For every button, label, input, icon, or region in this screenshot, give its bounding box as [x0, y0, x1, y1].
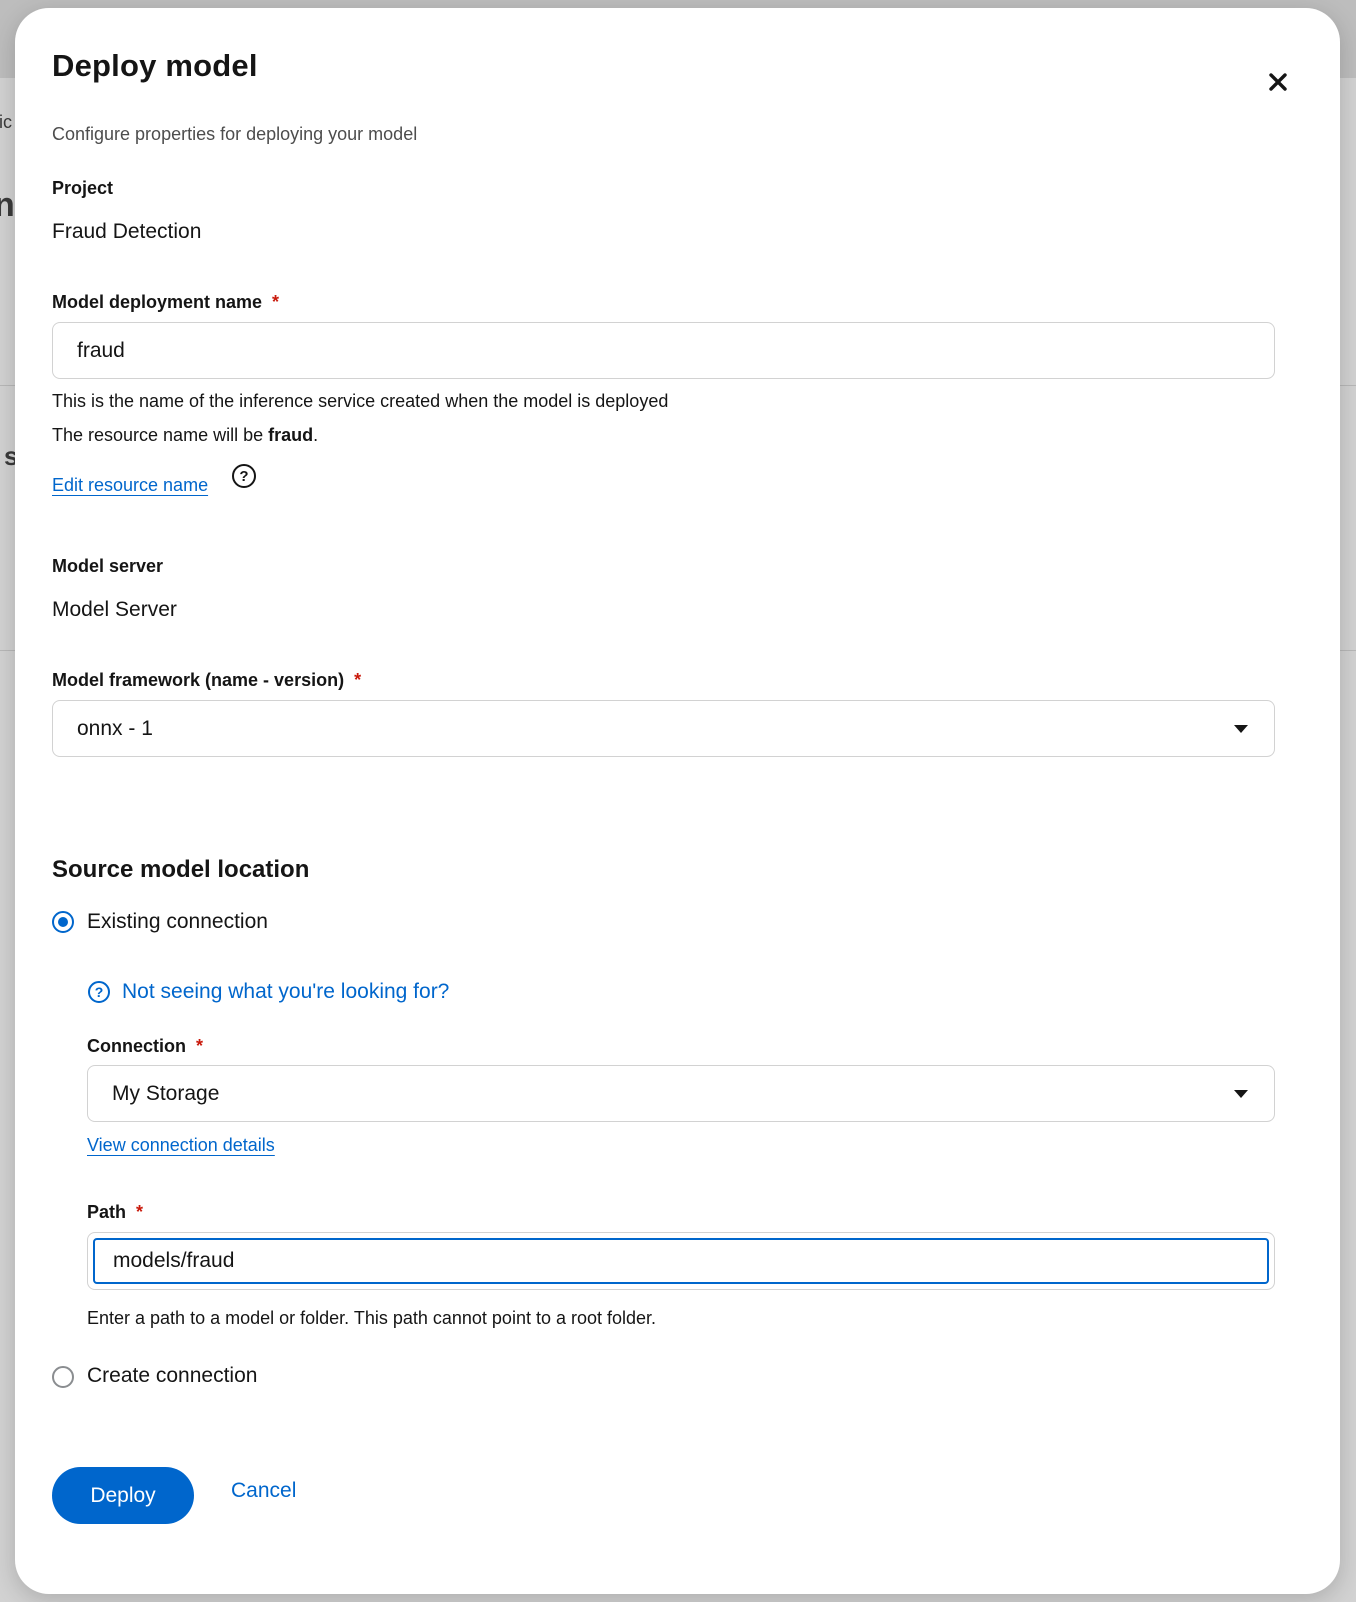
close-icon: [1269, 73, 1287, 91]
resource-name-suffix: .: [313, 425, 319, 445]
deployment-name-input[interactable]: [52, 322, 1275, 379]
modal-description: Configure properties for deploying your …: [52, 124, 418, 144]
framework-label-text: Model framework (name - version): [52, 670, 345, 690]
framework-selected-value: onnx - 1: [77, 716, 153, 740]
create-connection-radio[interactable]: [52, 1366, 74, 1388]
view-connection-details-link[interactable]: View connection details: [87, 1135, 275, 1156]
connection-selected-value: My Storage: [112, 1081, 220, 1105]
not-seeing-link[interactable]: ? Not seeing what you're looking for?: [88, 980, 449, 1004]
project-label: Project: [52, 178, 114, 198]
background-text: tic: [0, 112, 12, 132]
framework-label: Model framework (name - version) *: [52, 670, 361, 691]
help-icon[interactable]: ?: [232, 464, 256, 488]
deploy-model-modal: Deploy model Configure properties for de…: [15, 8, 1340, 1594]
connection-label-text: Connection: [87, 1036, 186, 1056]
caret-down-icon: [1234, 724, 1248, 733]
framework-select[interactable]: onnx - 1: [52, 700, 1275, 757]
path-helper: Enter a path to a model or folder. This …: [87, 1308, 657, 1328]
resource-name-prefix: The resource name will be: [52, 425, 269, 445]
path-field: [87, 1232, 1275, 1290]
existing-connection-label[interactable]: Existing connection: [87, 910, 268, 934]
close-button[interactable]: [1262, 66, 1294, 98]
existing-connection-radio[interactable]: [52, 911, 74, 933]
not-seeing-text: Not seeing what you're looking for?: [122, 980, 450, 1003]
model-server-label: Model server: [52, 556, 164, 576]
path-input[interactable]: [93, 1238, 1269, 1284]
required-indicator: *: [136, 1202, 144, 1222]
help-icon: ?: [88, 981, 110, 1003]
background-text: n: [0, 186, 15, 224]
project-value: Fraud Detection: [52, 220, 202, 243]
path-label: Path *: [87, 1202, 143, 1223]
edit-resource-name-link[interactable]: Edit resource name: [52, 475, 208, 496]
path-label-text: Path: [87, 1202, 127, 1222]
required-indicator: *: [354, 670, 362, 690]
resource-name-text: The resource name will be fraud.: [52, 425, 318, 446]
model-server-value: Model Server: [52, 598, 177, 621]
required-indicator: *: [272, 292, 280, 312]
connection-label: Connection *: [87, 1036, 203, 1057]
source-section-title: Source model location: [52, 856, 310, 883]
deploy-button[interactable]: Deploy: [52, 1467, 194, 1524]
connection-select[interactable]: My Storage: [87, 1065, 1275, 1122]
cancel-button[interactable]: Cancel: [231, 1479, 296, 1503]
deployment-name-label-text: Model deployment name: [52, 292, 263, 312]
deployment-name-label: Model deployment name *: [52, 292, 279, 313]
modal-title: Deploy model: [52, 48, 258, 83]
deployment-name-helper: This is the name of the inference servic…: [52, 391, 669, 411]
caret-down-icon: [1234, 1089, 1248, 1098]
resource-name-value: fraud: [268, 425, 314, 445]
create-connection-label[interactable]: Create connection: [87, 1364, 257, 1388]
required-indicator: *: [196, 1036, 204, 1056]
